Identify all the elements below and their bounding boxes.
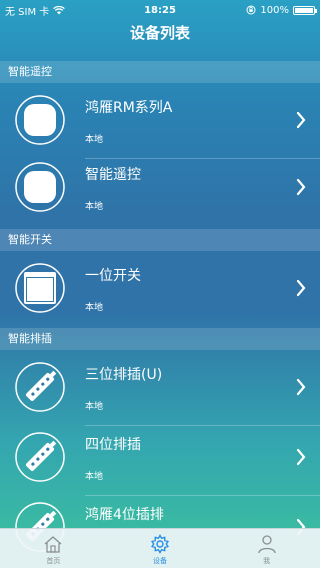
- tab-home-label: 首页: [46, 557, 61, 565]
- device-row[interactable]: 智能遥控 本地: [0, 150, 320, 226]
- device-title: 一位开关: [85, 268, 141, 284]
- chevron-right-icon: [296, 448, 306, 466]
- device-title: 鸿雁4位插排: [85, 507, 164, 523]
- rm-remote-icon: [15, 162, 65, 212]
- tab-me-label: 我: [263, 557, 271, 565]
- tab-devices-label: 设备: [153, 557, 167, 565]
- power-strip-icon: [15, 362, 65, 412]
- nav-bar: 设备列表: [0, 20, 320, 62]
- page-title: 设备列表: [129, 24, 190, 42]
- device-row[interactable]: 四位排插 本地: [0, 420, 320, 496]
- device-title: 鸿雁RM系列A: [85, 100, 173, 116]
- gear-icon: [151, 534, 169, 554]
- device-row[interactable]: 一位开关 本地: [0, 251, 320, 327]
- tab-devices[interactable]: 设备: [107, 529, 214, 568]
- tab-me[interactable]: 我: [213, 529, 320, 568]
- section-header-remote: 智能遥控: [0, 61, 320, 83]
- power-strip-icon: [15, 432, 65, 482]
- home-icon: [44, 536, 62, 553]
- chevron-right-icon: [296, 279, 306, 297]
- device-title: 三位排插(U): [85, 367, 163, 383]
- device-location: 本地: [85, 472, 104, 482]
- device-location: 本地: [85, 202, 104, 212]
- device-location: 本地: [85, 135, 104, 145]
- tab-home[interactable]: 首页: [0, 529, 107, 568]
- device-location: 本地: [85, 402, 104, 412]
- device-title: 智能遥控: [85, 167, 141, 183]
- section-header-switch: 智能开关: [0, 229, 320, 251]
- status-time: 18:25: [144, 4, 176, 16]
- battery-icon: [293, 5, 317, 15]
- device-row[interactable]: 三位排插(U) 本地: [0, 350, 320, 426]
- tab-bar: 首页 设备 我: [0, 528, 320, 568]
- rm-remote-icon: [15, 95, 65, 145]
- switch-panel-icon: [15, 263, 65, 313]
- device-row[interactable]: 鸿雁RM系列A 本地: [0, 83, 320, 159]
- device-location: 本地: [85, 303, 104, 313]
- user-icon: [258, 535, 276, 554]
- chevron-right-icon: [296, 111, 306, 129]
- device-title: 四位排插: [85, 437, 141, 453]
- chevron-right-icon: [296, 178, 306, 196]
- chevron-right-icon: [296, 378, 306, 396]
- status-bar: 无 SIM 卡 18:25 100%: [0, 0, 320, 20]
- section-header-strip: 智能排插: [0, 328, 320, 350]
